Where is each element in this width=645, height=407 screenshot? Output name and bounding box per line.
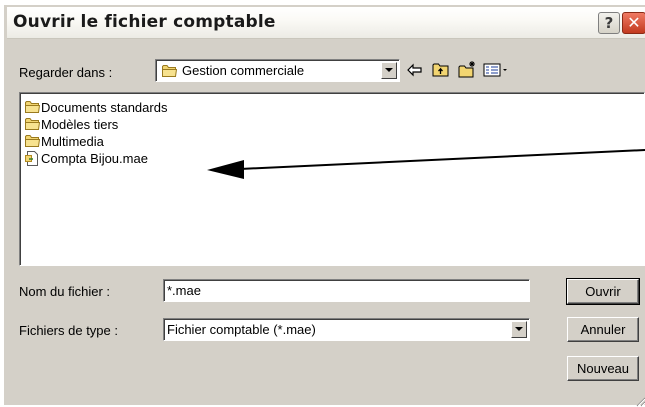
folder-icon: [25, 101, 40, 113]
folder-icon: [25, 135, 40, 147]
list-item-label: Multimedia: [41, 134, 104, 149]
resize-grip-icon[interactable]: [634, 395, 645, 407]
list-item-label: Modèles tiers: [41, 117, 119, 132]
look-in-label: Regarder dans :: [19, 65, 113, 80]
file-list[interactable]: Documents standards Modèles tiers Multim…: [19, 92, 645, 266]
filename-value: *.mae: [167, 283, 201, 298]
filetype-value: Fichier comptable (*.mae): [167, 322, 316, 337]
folder-icon: [162, 65, 177, 77]
new-button[interactable]: Nouveau: [567, 356, 639, 381]
filename-input[interactable]: *.mae: [163, 279, 530, 302]
close-button[interactable]: ✕: [622, 12, 645, 34]
help-button[interactable]: ?: [598, 12, 620, 34]
filename-label: Nom du fichier :: [19, 284, 111, 299]
new-folder-icon[interactable]: [457, 60, 477, 80]
list-item-label: Documents standards: [41, 100, 168, 115]
title-bar[interactable]: Ouvrir le fichier comptable ? ✕: [7, 7, 645, 39]
open-file-dialog: Ouvrir le fichier comptable ? ✕ Regarder…: [3, 4, 645, 407]
filetype-select[interactable]: Fichier comptable (*.mae): [163, 318, 530, 341]
filetype-label: Fichiers de type :: [19, 323, 118, 338]
look-in-value: Gestion commerciale: [182, 63, 305, 78]
filetype-dropdown-button[interactable]: [511, 321, 527, 338]
folder-icon: [25, 118, 40, 130]
open-button[interactable]: Ouvrir: [566, 278, 640, 305]
back-arrow-icon[interactable]: [405, 60, 425, 80]
view-menu-icon[interactable]: [482, 60, 510, 80]
look-in-dropdown-button[interactable]: [381, 62, 397, 79]
document-icon: [25, 151, 38, 166]
dialog-title: Ouvrir le fichier comptable: [13, 12, 276, 32]
cancel-button[interactable]: Annuler: [567, 317, 639, 342]
up-folder-icon[interactable]: [431, 60, 451, 80]
look-in-select[interactable]: Gestion commerciale: [155, 59, 400, 82]
list-item-label: Compta Bijou.mae: [41, 151, 148, 166]
